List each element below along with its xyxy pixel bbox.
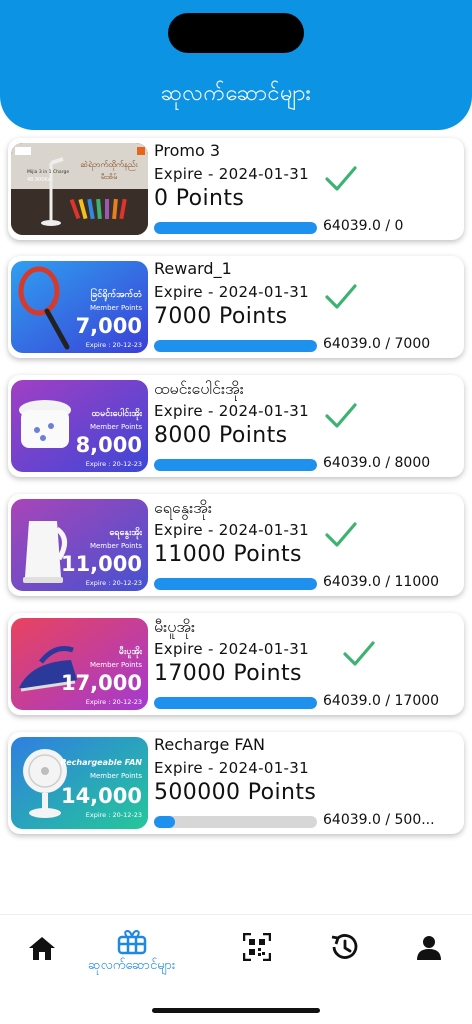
reward-points: 7000 Points — [154, 304, 288, 329]
reward-points: 8000 Points — [154, 423, 288, 448]
nav-rewards-label: ဆုလက်ဆောင်များ — [88, 958, 176, 973]
reward-card[interactable]: Rechargeable FAN Member Points 14,000 Ex… — [8, 732, 464, 834]
reward-name: မီးပူအိုး — [154, 617, 196, 636]
reward-points: 17000 Points — [154, 661, 302, 686]
promo-sub-text: မီးအိမ် — [101, 173, 118, 181]
reward-card[interactable]: မီးပူအိုး Member Points 17,000 Expire : … — [8, 613, 464, 715]
check-icon — [325, 166, 357, 191]
reward-expire: Expire - 2024-01-31 — [154, 759, 309, 777]
reward-name: Recharge FAN — [154, 735, 266, 754]
reward-image: Rechargeable FAN Member Points 14,000 Ex… — [11, 737, 148, 829]
points-progress-text: 64039.0 / 8000 — [323, 455, 431, 471]
reward-expire: Expire - 2024-01-31 — [154, 640, 309, 658]
reward-name: ရေနွေးအိုး — [154, 498, 212, 517]
home-icon — [29, 937, 55, 960]
reward-points: 500000 Points — [154, 780, 317, 805]
reward-image-value: 14,000 — [61, 784, 142, 808]
points-progress-bar — [154, 222, 317, 234]
reward-image: ခြင်ရိုက်အက်တံ Member Points 7,000 Expir… — [11, 261, 148, 353]
points-progress-fill — [154, 816, 175, 828]
reward-card[interactable]: ထမင်းပေါင်းအိုး Member Points 8,000 Expi… — [8, 375, 464, 477]
check-icon — [325, 522, 357, 547]
reward-image: ဆဲရဲဘက်ထိုက်နည်း မီးအိမ် Mijia 3 in 1 Ch… — [11, 143, 148, 235]
reward-image-expire: Expire : 20-12-23 — [86, 341, 142, 349]
gift-icon — [117, 929, 146, 955]
home-indicator — [152, 1008, 320, 1013]
check-icon — [325, 284, 357, 309]
history-icon — [331, 934, 358, 959]
reward-image: မီးပူအိုး Member Points 17,000 Expire : … — [11, 618, 148, 710]
points-progress-text: 64039.0 / 11000 — [323, 574, 440, 590]
promo-price: 48,900Ks — [27, 177, 51, 183]
page-title: ဆုလက်ဆောင်များ — [160, 81, 312, 106]
points-progress-bar — [154, 816, 317, 828]
reward-expire: Expire - 2024-01-31 — [154, 283, 309, 301]
nav-profile[interactable] — [416, 935, 442, 961]
profile-icon — [417, 936, 441, 960]
nav-rewards[interactable]: ဆုလက်ဆောင်များ — [88, 929, 175, 976]
reward-card[interactable]: ခြင်ရိုက်အက်တံ Member Points 7,000 Expir… — [8, 256, 464, 358]
reward-image-subtitle: Member Points — [90, 661, 142, 669]
reward-image-expire: Expire : 20-12-23 — [86, 460, 142, 468]
reward-image-value: 8,000 — [76, 433, 142, 457]
points-progress-text: 64039.0 / 7000 — [323, 336, 431, 352]
reward-name: Promo 3 — [154, 141, 221, 160]
reward-card[interactable]: ဆဲရဲဘက်ထိုက်နည်း မီးအိမ် Mijia 3 in 1 Ch… — [8, 138, 464, 240]
reward-expire: Expire - 2024-01-31 — [154, 402, 309, 420]
reward-image-subtitle: Member Points — [90, 304, 142, 312]
points-progress-text: 64039.0 / 500... — [323, 812, 435, 828]
reward-image: ရေနွေးအိုး Member Points 11,000 Expire :… — [11, 499, 148, 591]
reward-image-value: 17,000 — [61, 671, 142, 695]
reward-expire: Expire - 2024-01-31 — [154, 165, 309, 183]
reward-card[interactable]: ရေနွေးအိုး Member Points 11,000 Expire :… — [8, 494, 464, 596]
reward-image-expire: Expire : 20-12-23 — [86, 811, 142, 819]
reward-image-title: ခြင်ရိုက်အက်တံ — [91, 288, 143, 302]
points-progress-text: 64039.0 / 0 — [323, 218, 404, 234]
reward-points: 0 Points — [154, 186, 245, 211]
reward-name: ထမင်းပေါင်းအိုး — [154, 379, 244, 398]
points-progress-bar — [154, 697, 317, 709]
reward-image-expire: Expire : 20-12-23 — [86, 698, 142, 706]
reward-image-subtitle: Member Points — [90, 772, 142, 780]
check-icon — [325, 403, 357, 428]
promo-caption: Mijia 3 in 1 Charge — [27, 169, 69, 175]
reward-image: ထမင်းပေါင်းအိုး Member Points 8,000 Expi… — [11, 380, 148, 472]
qr-code-icon — [243, 933, 271, 961]
reward-image-subtitle: Member Points — [90, 542, 142, 550]
points-progress-bar — [154, 578, 317, 590]
points-progress-bar — [154, 459, 317, 471]
reward-points: 11000 Points — [154, 542, 302, 567]
reward-image-value: 7,000 — [76, 314, 142, 338]
device-notch — [168, 13, 304, 53]
points-progress-bar — [154, 340, 317, 352]
reward-expire: Expire - 2024-01-31 — [154, 521, 309, 539]
check-icon — [343, 641, 375, 666]
nav-history[interactable] — [329, 933, 359, 961]
nav-home[interactable] — [28, 935, 56, 961]
reward-image-expire: Expire : 20-12-23 — [86, 579, 142, 587]
reward-image-subtitle: Member Points — [90, 423, 142, 431]
reward-image-value: 11,000 — [61, 552, 142, 576]
reward-name: Reward_1 — [154, 259, 232, 278]
reward-image-title: Rechargeable FAN — [60, 758, 142, 767]
points-progress-text: 64039.0 / 17000 — [323, 693, 440, 709]
app-header: ဆုလက်ဆောင်များ — [0, 0, 472, 130]
nav-qr-scan[interactable] — [243, 933, 271, 961]
